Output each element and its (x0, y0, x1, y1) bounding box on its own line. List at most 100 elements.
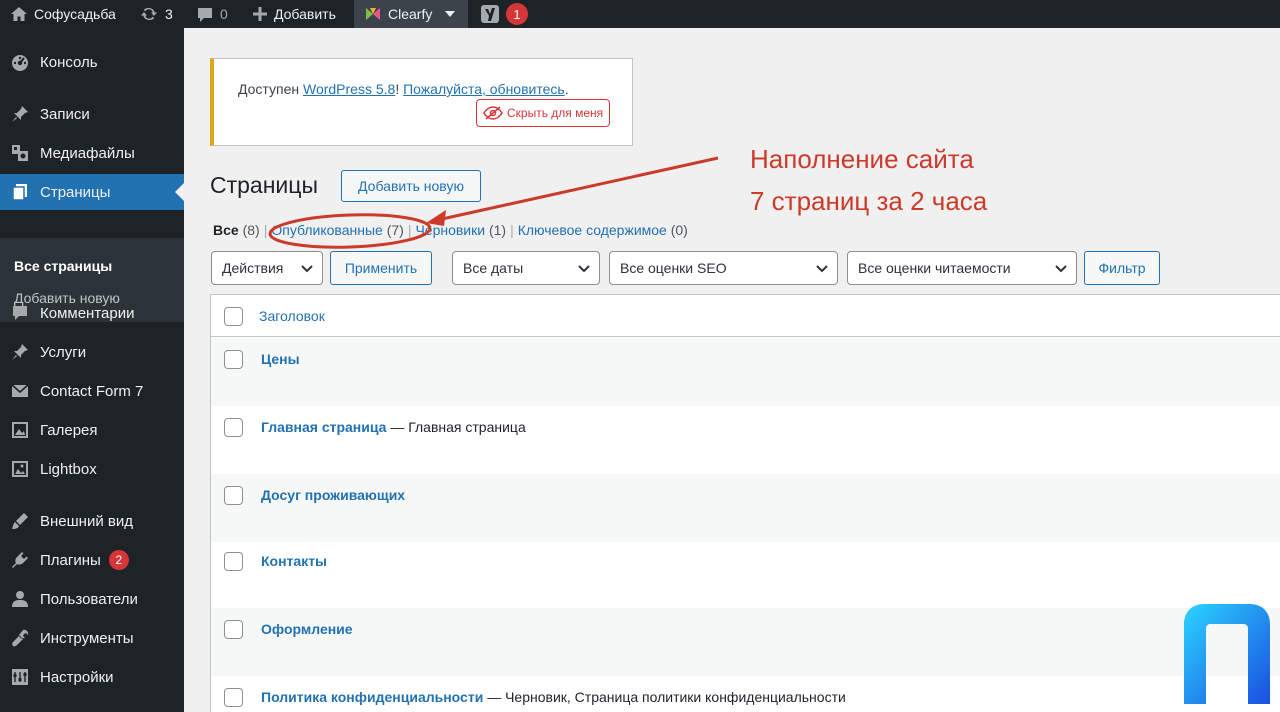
page-title-link[interactable]: Контакты (261, 553, 327, 569)
row-title: Контакты (261, 553, 327, 569)
filter-published[interactable]: Опубликованные (271, 222, 382, 238)
filter-published-count: (7) (386, 222, 404, 238)
table-row: Досуг проживающих (211, 474, 1280, 542)
bulk-actions-value: Действия (222, 260, 284, 276)
pages-table: Заголовок Цены Главная страница — Главна… (210, 294, 1280, 712)
menu-dashboard[interactable]: Консоль (0, 44, 184, 80)
add-new-page-button[interactable]: Добавить новую (341, 170, 481, 202)
clearfy-label: Clearfy (388, 6, 433, 22)
menu-services[interactable]: Услуги (0, 334, 184, 370)
update-notice: Доступен WordPress 5.8! Пожалуйста, обно… (210, 58, 633, 146)
chevron-down-icon (816, 265, 828, 273)
wordpress-version-link[interactable]: WordPress 5.8 (303, 81, 395, 97)
menu-tools[interactable]: Инструменты (0, 620, 184, 656)
wrench-icon (0, 628, 40, 648)
row-checkbox[interactable] (224, 418, 243, 437)
clearfy-menu[interactable]: Clearfy (354, 0, 469, 28)
filter-all-count: (8) (242, 222, 260, 238)
row-checkbox[interactable] (224, 350, 243, 369)
settings-icon (0, 667, 40, 687)
page-title-link[interactable]: Цены (261, 351, 300, 367)
menu-gallery[interactable]: Галерея (0, 412, 184, 448)
filter-drafts[interactable]: Черновики (415, 222, 485, 238)
comments-link[interactable]: 0 (196, 0, 228, 28)
brush-icon (0, 511, 40, 531)
page-title-link[interactable]: Главная страница (261, 419, 386, 435)
comments-icon (198, 7, 212, 22)
pin-icon (0, 342, 40, 362)
filter-drafts-count: (1) (488, 222, 507, 238)
mail-icon (0, 381, 40, 401)
menu-contact-form[interactable]: Contact Form 7 (0, 373, 184, 409)
table-row: Оформление (211, 608, 1280, 676)
yoast-icon (481, 5, 499, 23)
menu-settings[interactable]: Настройки (0, 659, 184, 695)
annotation-line-2: 7 страниц за 2 часа (750, 186, 988, 216)
row-title: Досуг проживающих (261, 487, 405, 503)
separator: | (407, 222, 412, 238)
updates-icon (141, 7, 157, 21)
menu-label: Инструменты (40, 629, 134, 647)
row-checkbox[interactable] (224, 552, 243, 571)
page-title-link[interactable]: Оформление (261, 621, 353, 637)
menu-posts[interactable]: Записи (0, 96, 184, 132)
date-filter-select[interactable]: Все даты (452, 251, 600, 285)
menu-appearance[interactable]: Внешний вид (0, 503, 184, 539)
home-icon (11, 7, 27, 21)
menu-pages[interactable]: Страницы (0, 174, 184, 210)
eye-off-icon (483, 106, 503, 120)
submenu-all-pages[interactable]: Все страницы (14, 258, 112, 274)
updates-link[interactable]: 3 (139, 0, 173, 28)
bulk-actions-select[interactable]: Действия (211, 251, 323, 285)
yoast-menu[interactable]: 1 (480, 0, 528, 28)
readability-filter-value: Все оценки читаемости (858, 260, 1011, 276)
update-link[interactable]: Пожалуйста, обновитесь (403, 81, 565, 97)
column-title-header[interactable]: Заголовок (259, 308, 325, 324)
select-all-checkbox[interactable] (224, 307, 243, 326)
row-checkbox[interactable] (224, 620, 243, 639)
row-checkbox[interactable] (224, 486, 243, 505)
image-icon (0, 459, 40, 479)
menu-label: Плагины (40, 551, 101, 569)
menu-users[interactable]: Пользователи (0, 581, 184, 617)
clearfy-icon (366, 8, 380, 20)
media-icon (0, 143, 40, 163)
gallery-icon (0, 420, 40, 440)
page-state: — Черновик, Страница политики конфиденци… (483, 689, 846, 705)
row-title: Политика конфиденциальности — Черновик, … (261, 689, 846, 705)
menu-label: Услуги (40, 343, 87, 361)
table-row: Главная страница — Главная страница (211, 406, 1280, 474)
notice-middle: ! (395, 81, 404, 97)
updates-count: 3 (165, 6, 173, 22)
site-name: Софусадьба (34, 6, 116, 22)
yoast-badge: 1 (506, 3, 528, 25)
seo-filter-value: Все оценки SEO (620, 260, 727, 276)
brand-logo-icon (1184, 604, 1270, 704)
admin-sidebar: Консоль Записи Медиафайлы Страницы Все с… (0, 28, 184, 712)
apply-button[interactable]: Применить (330, 251, 432, 285)
seo-filter-select[interactable]: Все оценки SEO (609, 251, 838, 285)
menu-media[interactable]: Медиафайлы (0, 135, 184, 171)
readability-filter-select[interactable]: Все оценки читаемости (847, 251, 1077, 285)
filter-cornerstone[interactable]: Ключевое содержимое (518, 222, 667, 238)
filter-all[interactable]: Все (213, 222, 239, 238)
row-title: Оформление (261, 621, 353, 637)
menu-lightbox[interactable]: Lightbox (0, 451, 184, 487)
filter-button[interactable]: Фильтр (1084, 251, 1160, 285)
add-new-link[interactable]: Добавить (252, 0, 336, 28)
caret-down-icon (445, 11, 456, 17)
menu-plugins[interactable]: Плагины 2 (0, 542, 184, 578)
hide-notice-button[interactable]: Скрыть для меня (476, 99, 611, 127)
row-checkbox[interactable] (224, 688, 243, 707)
row-title: Главная страница — Главная страница (261, 419, 526, 435)
row-title: Цены (261, 351, 300, 367)
page-title-link[interactable]: Досуг проживающих (261, 487, 405, 503)
filter-cornerstone-count: (0) (670, 222, 688, 238)
separator: | (263, 222, 268, 238)
menu-label: Галерея (40, 421, 98, 439)
page-title-link[interactable]: Политика конфиденциальности (261, 689, 483, 705)
site-name-link[interactable]: Софусадьба (10, 0, 116, 28)
dashboard-icon (0, 52, 40, 72)
notice-prefix: Доступен (238, 81, 303, 97)
menu-comments[interactable]: Комментарии (0, 295, 184, 331)
